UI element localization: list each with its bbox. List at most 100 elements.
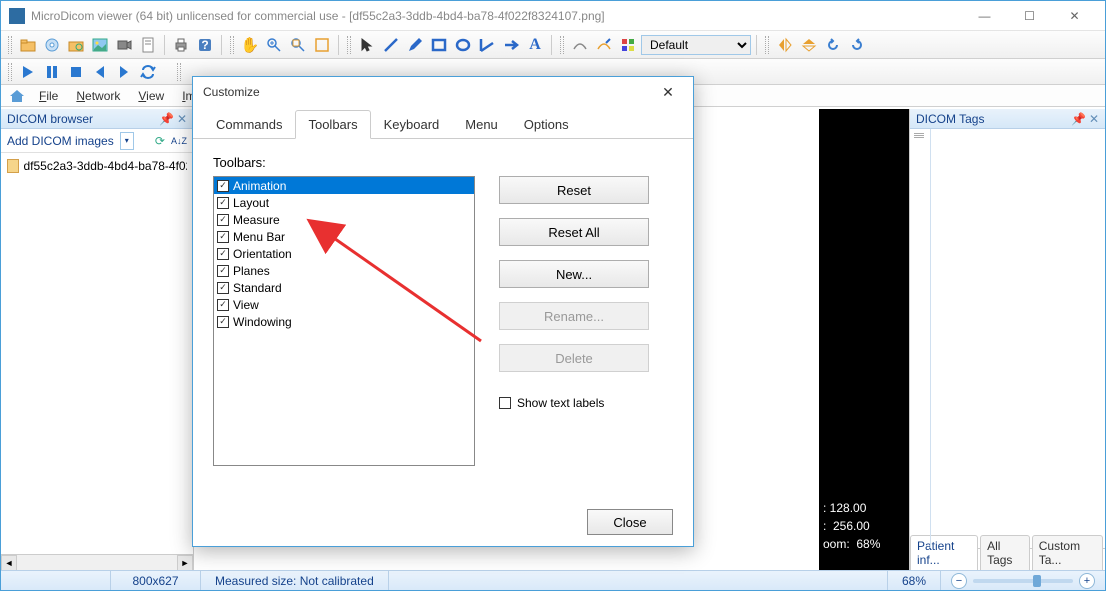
select-region-icon[interactable] — [311, 34, 333, 56]
open-folder-icon[interactable] — [17, 34, 39, 56]
toolbar-grip[interactable] — [177, 63, 181, 81]
prev-icon[interactable] — [89, 61, 111, 83]
zoom-slider[interactable]: − + — [941, 573, 1105, 589]
reset-all-button[interactable]: Reset All — [499, 218, 649, 246]
list-item[interactable]: ✓Planes — [214, 262, 474, 279]
help-icon[interactable]: ? — [194, 34, 216, 56]
new-button[interactable]: New... — [499, 260, 649, 288]
line-tool-icon[interactable] — [380, 34, 402, 56]
toolbar-grip[interactable] — [230, 36, 234, 54]
minimize-button[interactable]: — — [962, 1, 1007, 30]
checkbox-icon[interactable]: ✓ — [217, 265, 229, 277]
checkbox-icon[interactable]: ✓ — [217, 231, 229, 243]
tab-keyboard[interactable]: Keyboard — [371, 110, 453, 139]
tab-options[interactable]: Options — [511, 110, 582, 139]
pause-icon[interactable] — [41, 61, 63, 83]
sort-az-icon[interactable]: A↓Z — [171, 136, 187, 146]
print-icon[interactable] — [170, 34, 192, 56]
preset-select[interactable]: Default — [641, 35, 751, 55]
video-icon[interactable] — [113, 34, 135, 56]
ellipse-tool-icon[interactable] — [452, 34, 474, 56]
menu-file[interactable]: File — [31, 87, 66, 105]
palette-icon[interactable] — [617, 34, 639, 56]
maximize-button[interactable]: ☐ — [1007, 1, 1052, 30]
flip-horizontal-icon[interactable] — [774, 34, 796, 56]
toolbar-grip[interactable] — [560, 36, 564, 54]
pointer-icon[interactable] — [356, 34, 378, 56]
panel-close-icon[interactable]: ✕ — [177, 112, 187, 126]
tab-toolbars[interactable]: Toolbars — [295, 110, 370, 139]
home-icon[interactable] — [7, 87, 27, 105]
tags-list[interactable] — [910, 129, 1105, 548]
image-icon[interactable] — [89, 34, 111, 56]
arrow-tool-icon[interactable] — [500, 34, 522, 56]
dialog-titlebar[interactable]: Customize ✕ — [193, 77, 693, 107]
list-item[interactable]: ✓Windowing — [214, 313, 474, 330]
rotate-ccw-icon[interactable] — [822, 34, 844, 56]
list-item[interactable]: ✓Layout — [214, 194, 474, 211]
checkbox-icon[interactable]: ✓ — [217, 214, 229, 226]
close-button[interactable]: Close — [587, 509, 673, 535]
next-icon[interactable] — [113, 61, 135, 83]
pin-icon[interactable]: 📌 — [159, 112, 174, 126]
list-item[interactable]: ✓Measure — [214, 211, 474, 228]
close-button[interactable]: ✕ — [1052, 1, 1097, 30]
angle-tool-icon[interactable] — [476, 34, 498, 56]
scroll-left-icon[interactable]: ◄ — [1, 555, 17, 571]
zoom-in-icon[interactable]: + — [1079, 573, 1095, 589]
column-grip-icon[interactable] — [914, 133, 924, 143]
toolbar-grip[interactable] — [8, 36, 12, 54]
checkbox-icon[interactable]: ✓ — [217, 299, 229, 311]
toolbar-grip[interactable] — [8, 63, 12, 81]
rect-tool-icon[interactable] — [428, 34, 450, 56]
list-item[interactable]: ✓Animation — [214, 177, 474, 194]
hand-icon[interactable]: ✋ — [239, 34, 261, 56]
pin-icon[interactable]: 📌 — [1071, 112, 1086, 126]
tree-item[interactable]: df55c2a3-3ddb-4bd4-ba78-4f022… — [5, 157, 189, 175]
list-item[interactable]: ✓Menu Bar — [214, 228, 474, 245]
rotate-cw-icon[interactable] — [846, 34, 868, 56]
text-tool-icon[interactable]: A — [524, 34, 546, 56]
checkbox-icon[interactable]: ✓ — [217, 180, 229, 192]
zoom-fit-icon[interactable] — [287, 34, 309, 56]
dialog-close-icon[interactable]: ✕ — [653, 80, 683, 104]
zoom-out-icon[interactable]: − — [951, 573, 967, 589]
scan-folder-icon[interactable] — [65, 34, 87, 56]
tab-menu[interactable]: Menu — [452, 110, 511, 139]
checkbox-icon[interactable]: ✓ — [217, 316, 229, 328]
toolbar-grip[interactable] — [347, 36, 351, 54]
dicom-tree[interactable]: df55c2a3-3ddb-4bd4-ba78-4f022… — [1, 153, 193, 554]
horizontal-scrollbar[interactable]: ◄ ► — [1, 554, 193, 570]
checkbox-icon[interactable]: ✓ — [217, 197, 229, 209]
scroll-right-icon[interactable]: ► — [177, 555, 193, 571]
show-text-labels-checkbox[interactable]: Show text labels — [499, 396, 649, 410]
checkbox-icon[interactable]: ✓ — [217, 282, 229, 294]
menu-view[interactable]: View — [130, 87, 172, 105]
edit-curve-icon[interactable] — [593, 34, 615, 56]
checkbox-icon[interactable] — [499, 397, 511, 409]
zoom-track[interactable] — [973, 579, 1073, 583]
menu-network[interactable]: Network — [68, 87, 128, 105]
stop-icon[interactable] — [65, 61, 87, 83]
list-item[interactable]: ✓Orientation — [214, 245, 474, 262]
repeat-icon[interactable] — [137, 61, 159, 83]
add-dicom-button[interactable]: Add DICOM images — [7, 134, 114, 148]
tab-commands[interactable]: Commands — [203, 110, 295, 139]
refresh-icon[interactable]: ⟳ — [155, 134, 165, 148]
document-icon[interactable] — [137, 34, 159, 56]
open-disc-icon[interactable] — [41, 34, 63, 56]
flip-vertical-icon[interactable] — [798, 34, 820, 56]
zoom-in-icon[interactable] — [263, 34, 285, 56]
dropdown-icon[interactable]: ▾ — [120, 132, 134, 150]
curve-icon[interactable] — [569, 34, 591, 56]
checkbox-icon[interactable]: ✓ — [217, 248, 229, 260]
play-icon[interactable] — [17, 61, 39, 83]
zoom-thumb[interactable] — [1033, 575, 1041, 587]
list-item[interactable]: ✓View — [214, 296, 474, 313]
list-item[interactable]: ✓Standard — [214, 279, 474, 296]
toolbars-listbox[interactable]: ✓Animation✓Layout✓Measure✓Menu Bar✓Orien… — [213, 176, 475, 466]
toolbar-grip[interactable] — [765, 36, 769, 54]
panel-close-icon[interactable]: ✕ — [1089, 112, 1099, 126]
reset-button[interactable]: Reset — [499, 176, 649, 204]
pencil-icon[interactable] — [404, 34, 426, 56]
